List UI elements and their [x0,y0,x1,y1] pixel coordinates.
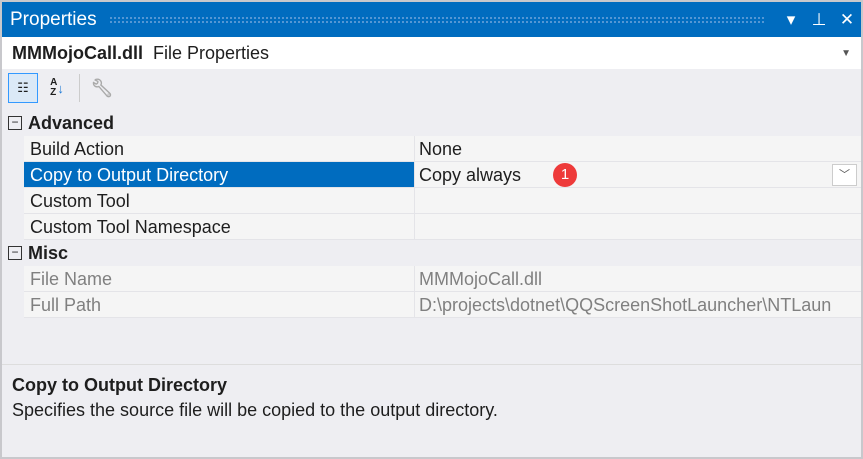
property-name[interactable]: Full Path [24,292,414,318]
collapse-icon[interactable]: − [8,116,22,130]
annotation-badge: 1 [553,163,577,187]
pin-icon[interactable]: ⊥ [805,10,833,30]
toolbar-divider [79,74,80,102]
property-row[interactable]: Full Path D:\projects\dotnet\QQScreenShot… [2,292,861,318]
wrench-icon[interactable]: 🔧︎ [87,73,117,103]
object-selector[interactable]: MMMojoCall.dll File Properties ▼ [2,37,861,69]
property-row[interactable]: File Name MMMojoCall.dll [2,266,861,292]
property-value[interactable]: MMMojoCall.dll [414,266,861,292]
property-value: Copy always [419,165,522,185]
property-value[interactable]: None [414,136,861,162]
alphabetical-sort-icon[interactable]: A Z ↓ [42,73,72,103]
drag-grip[interactable] [108,15,765,24]
property-value-dropdown[interactable]: Copy always 1 ﹀ [414,162,861,188]
category-label: Misc [28,242,69,263]
description-pane: Copy to Output Directory Specifies the s… [2,364,861,457]
description-title: Copy to Output Directory [12,375,227,395]
window-title: Properties [10,8,97,30]
title-bar: Properties ▾ ⊥ ✕ [2,2,861,37]
categorized-icon[interactable]: ☷ [8,73,38,103]
category-misc[interactable]: − Misc [2,240,861,266]
properties-window: Properties ▾ ⊥ ✕ MMMojoCall.dll File Pro… [0,0,863,459]
chevron-down-icon[interactable]: ﹀ [832,164,857,186]
property-name[interactable]: Custom Tool Namespace [24,214,414,240]
description-text: Specifies the source file will be copied… [12,400,498,420]
collapse-icon[interactable]: − [8,246,22,260]
toolbar: ☷ A Z ↓ 🔧︎ [2,69,861,107]
property-row-selected[interactable]: Copy to Output Directory Copy always 1 ﹀ [2,162,861,188]
property-value[interactable] [414,214,861,240]
property-row[interactable]: Build Action None [2,136,861,162]
window-menu-button[interactable]: ▾ [777,10,805,30]
property-name[interactable]: File Name [24,266,414,292]
property-name[interactable]: Copy to Output Directory [24,162,414,188]
property-value[interactable] [414,188,861,214]
property-value[interactable]: D:\projects\dotnet\QQScreenShotLauncher\… [414,292,861,318]
property-row[interactable]: Custom Tool Namespace [2,214,861,240]
object-type: File Properties [152,42,270,63]
chevron-down-icon[interactable]: ▼ [841,48,851,59]
category-advanced[interactable]: − Advanced [2,110,861,136]
property-name[interactable]: Custom Tool [24,188,414,214]
category-label: Advanced [28,112,115,133]
property-name[interactable]: Build Action [24,136,414,162]
property-row[interactable]: Custom Tool [2,188,861,214]
property-grid: − Advanced Build Action None Copy to Outpu… [2,110,861,318]
object-name: MMMojoCall.dll [12,42,143,63]
close-button[interactable]: ✕ [833,10,861,30]
